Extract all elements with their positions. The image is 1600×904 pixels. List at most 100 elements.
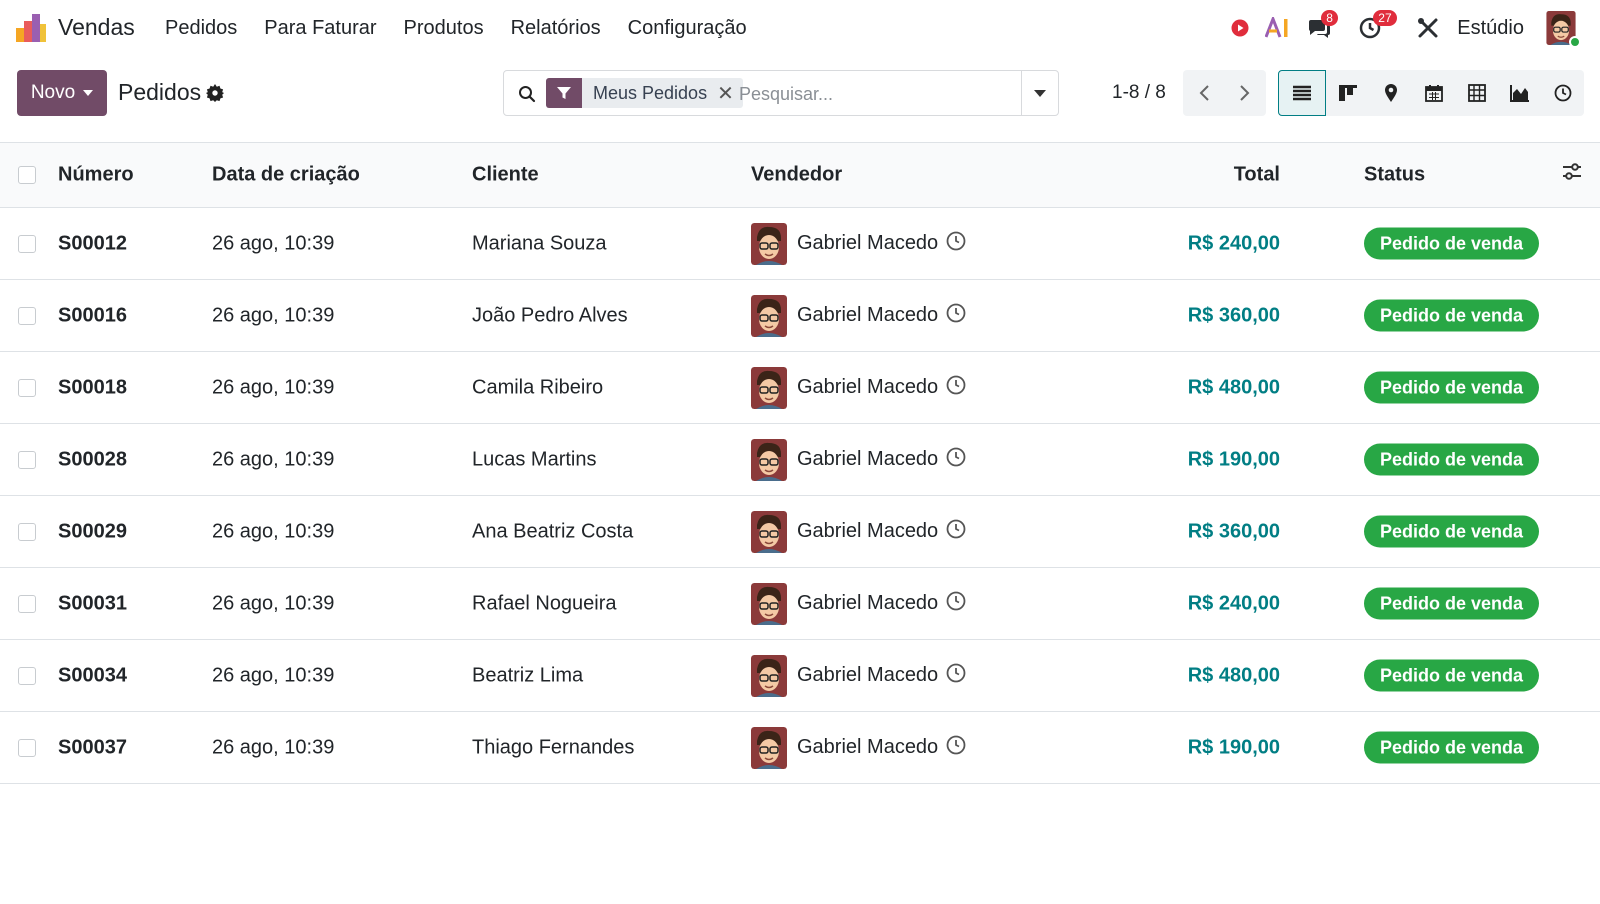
- menu-item-produtos[interactable]: Produtos: [404, 17, 484, 40]
- main-menu: Pedidos Para Faturar Produtos Relatórios…: [165, 17, 774, 40]
- chevron-right-icon: [1240, 85, 1250, 101]
- pivot-view-button[interactable]: [1455, 70, 1498, 116]
- salesperson-avatar: [751, 294, 787, 337]
- clock-icon[interactable]: [946, 231, 966, 257]
- search-input[interactable]: [739, 80, 1009, 108]
- menu-item-relatorios[interactable]: Relatórios: [511, 17, 601, 40]
- map-view-icon: [1384, 84, 1397, 102]
- order-salesperson[interactable]: Gabriel Macedo: [751, 438, 938, 481]
- clock-icon[interactable]: [946, 735, 966, 761]
- optional-columns-button[interactable]: [1562, 162, 1582, 188]
- studio-tools-button[interactable]: [1417, 17, 1439, 39]
- ai-icon: [1265, 17, 1288, 38]
- table-row[interactable]: S00028 26 ago, 10:39 Lucas Martins Gabri…: [0, 424, 1600, 496]
- table-row[interactable]: S00037 26 ago, 10:39 Thiago Fernandes Ga…: [0, 712, 1600, 784]
- online-status-dot: [1569, 36, 1581, 48]
- table-row[interactable]: S00031 26 ago, 10:39 Rafael Nogueira Gab…: [0, 568, 1600, 640]
- list-body: S00012 26 ago, 10:39 Mariana Souza Gabri…: [0, 208, 1600, 784]
- record-button[interactable]: [1231, 19, 1249, 37]
- table-row[interactable]: S00018 26 ago, 10:39 Camila Ribeiro Gabr…: [0, 352, 1600, 424]
- ai-button[interactable]: [1265, 17, 1291, 39]
- order-salesperson[interactable]: Gabriel Macedo: [751, 582, 938, 625]
- row-checkbox[interactable]: [18, 738, 36, 757]
- graph-view-button[interactable]: [1498, 70, 1541, 116]
- view-switcher: [1278, 70, 1584, 116]
- row-checkbox[interactable]: [18, 234, 36, 253]
- messages-button[interactable]: 8: [1307, 10, 1338, 39]
- studio-tools-icon: [1418, 18, 1438, 38]
- order-total: R$ 240,00: [1187, 232, 1280, 254]
- orders-list: Número Data de criação Cliente Vendedor …: [0, 142, 1600, 784]
- table-row[interactable]: S00012 26 ago, 10:39 Mariana Souza Gabri…: [0, 208, 1600, 280]
- caret-down-icon: [1034, 89, 1046, 97]
- facet-label: Meus Pedidos: [593, 82, 708, 103]
- list-header: Número Data de criação Cliente Vendedor …: [0, 142, 1600, 208]
- order-salesperson[interactable]: Gabriel Macedo: [751, 366, 938, 409]
- search-options-toggle[interactable]: [1021, 71, 1058, 115]
- new-button[interactable]: Novo: [17, 70, 107, 116]
- select-all-checkbox[interactable]: [18, 166, 36, 184]
- graph-view-icon: [1509, 85, 1529, 102]
- table-row[interactable]: S00029 26 ago, 10:39 Ana Beatriz Costa G…: [0, 496, 1600, 568]
- kanban-view-button[interactable]: [1326, 70, 1369, 116]
- order-number: S00028: [58, 448, 127, 470]
- calendar-view-button[interactable]: [1412, 70, 1455, 116]
- clock-icon[interactable]: [946, 375, 966, 401]
- order-date: 26 ago, 10:39: [212, 376, 335, 398]
- status-badge: Pedido de venda: [1364, 659, 1540, 691]
- gear-icon[interactable]: [206, 84, 224, 102]
- menu-item-configuracao[interactable]: Configuração: [628, 17, 747, 40]
- salesperson-avatar: [751, 654, 787, 697]
- row-checkbox[interactable]: [18, 666, 36, 685]
- salesperson-name: Gabriel Macedo: [797, 736, 939, 758]
- activities-button[interactable]: 27: [1359, 10, 1397, 39]
- column-header-total[interactable]: Total: [1234, 164, 1280, 187]
- row-checkbox[interactable]: [18, 594, 36, 613]
- salesperson-avatar: [751, 366, 787, 409]
- clock-icon[interactable]: [946, 591, 966, 617]
- order-number: S00012: [58, 232, 127, 254]
- order-date: 26 ago, 10:39: [212, 520, 335, 542]
- pager-next-button[interactable]: [1225, 70, 1267, 116]
- table-row[interactable]: S00016 26 ago, 10:39 João Pedro Alves Ga…: [0, 280, 1600, 352]
- clock-icon[interactable]: [946, 663, 966, 689]
- user-avatar[interactable]: [1544, 11, 1581, 48]
- order-salesperson[interactable]: Gabriel Macedo: [751, 294, 938, 337]
- row-checkbox[interactable]: [18, 378, 36, 397]
- row-checkbox[interactable]: [18, 522, 36, 541]
- map-view-button[interactable]: [1369, 70, 1412, 116]
- order-total: R$ 360,00: [1187, 304, 1280, 326]
- menu-item-pedidos[interactable]: Pedidos: [165, 17, 237, 40]
- table-row[interactable]: S00034 26 ago, 10:39 Beatriz Lima Gabrie…: [0, 640, 1600, 712]
- order-number: S00037: [58, 736, 127, 758]
- column-header-status[interactable]: Status: [1364, 164, 1425, 187]
- list-view-button[interactable]: [1278, 70, 1326, 116]
- clock-icon[interactable]: [946, 447, 966, 473]
- activity-view-button[interactable]: [1541, 70, 1584, 116]
- order-salesperson[interactable]: Gabriel Macedo: [751, 654, 938, 697]
- order-salesperson[interactable]: Gabriel Macedo: [751, 726, 939, 769]
- menu-item-para-faturar[interactable]: Para Faturar: [264, 17, 376, 40]
- app-logo-icon[interactable]: [16, 14, 46, 42]
- column-header-salesperson[interactable]: Vendedor: [751, 164, 842, 187]
- search-icon[interactable]: [518, 85, 536, 103]
- calendar-view-icon: [1424, 85, 1443, 102]
- app-name[interactable]: Vendas: [58, 14, 135, 41]
- pager-value[interactable]: 1-8 / 8: [1112, 82, 1166, 104]
- column-header-client[interactable]: Cliente: [472, 164, 539, 187]
- activity-view-icon: [1554, 84, 1571, 102]
- clock-icon[interactable]: [946, 303, 966, 329]
- order-number: S00031: [58, 592, 127, 614]
- status-badge: Pedido de venda: [1364, 731, 1540, 763]
- row-checkbox[interactable]: [18, 306, 36, 325]
- clock-icon[interactable]: [946, 519, 966, 545]
- order-salesperson[interactable]: Gabriel Macedo: [751, 510, 938, 553]
- order-number: S00029: [58, 520, 127, 542]
- pager-previous-button[interactable]: [1183, 70, 1225, 116]
- salesperson-avatar: [751, 438, 787, 481]
- row-checkbox[interactable]: [18, 450, 36, 469]
- column-header-number[interactable]: Número: [58, 164, 134, 187]
- column-header-date[interactable]: Data de criação: [212, 164, 360, 187]
- studio-label[interactable]: Estúdio: [1457, 17, 1524, 40]
- order-salesperson[interactable]: Gabriel Macedo: [751, 222, 938, 265]
